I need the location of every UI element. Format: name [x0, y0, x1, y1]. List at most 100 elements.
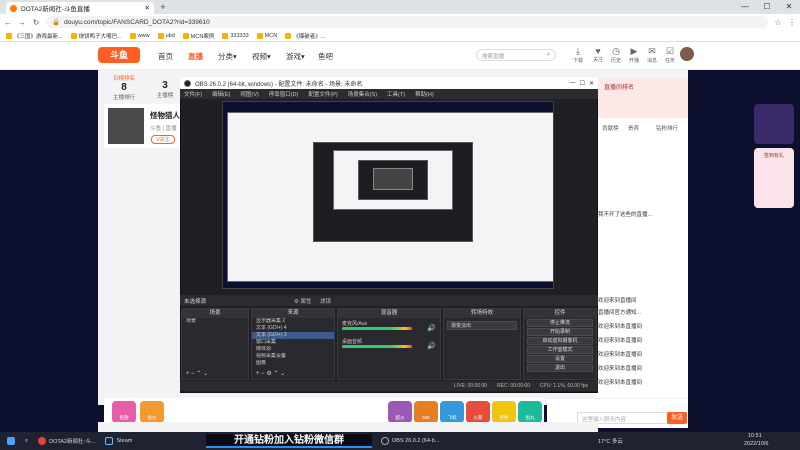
search-icon[interactable]: ⌕	[541, 49, 556, 61]
bookmark-item[interactable]: ubd	[157, 32, 175, 39]
menu-docks[interactable]: 停靠窗口(D)	[269, 90, 299, 98]
source-item[interactable]: 窗口采集	[252, 339, 334, 346]
gift-item[interactable]: 666	[414, 401, 438, 423]
source-item[interactable]: 视频采集设备	[252, 353, 334, 360]
speaker-icon[interactable]: 🔊	[427, 324, 436, 332]
top-open[interactable]: ▶ 开播	[626, 46, 642, 64]
menu-profile[interactable]: 配置文件(P)	[308, 90, 337, 98]
bookmark-item[interactable]: MCN案例	[182, 32, 214, 40]
properties-button[interactable]: ⚙ 属性	[294, 297, 311, 305]
source-item[interactable]: 文本 (GDI+) 4	[252, 325, 334, 332]
browser-tab[interactable]: DOTA2新闻社-斗鱼直播 ✕	[6, 2, 154, 14]
bookmark-item[interactable]: 333333	[222, 32, 249, 39]
nav-live[interactable]: 直播	[188, 51, 203, 62]
tab-diamond-fans[interactable]: 钻粉排行	[656, 124, 678, 132]
nested-preview-core	[373, 168, 413, 190]
source-item[interactable]: 文本 (GDI+) 3	[252, 332, 334, 339]
new-tab-button[interactable]: +	[158, 2, 168, 12]
folder-icon	[256, 32, 263, 39]
gift-item[interactable]: 鱼丸	[518, 401, 542, 423]
top-download[interactable]: ⤓ 下载	[570, 46, 586, 64]
menu-icon[interactable]: ⋮	[788, 18, 796, 27]
douyu-logo[interactable]: 斗鱼	[98, 47, 140, 63]
gift-item[interactable]: 飞机	[440, 401, 464, 423]
clock-time[interactable]: 10:51	[748, 433, 762, 439]
rank-widget[interactable]: 日榜排名 8 主播排行	[106, 74, 142, 101]
nav-category[interactable]: 分类▾	[218, 51, 237, 62]
forward-icon[interactable]: →	[18, 18, 26, 27]
close-icon[interactable]: ✕	[145, 4, 150, 12]
anchor-avatar[interactable]	[108, 108, 144, 144]
mixer-channel[interactable]: 麦克风/Aux 🔊	[338, 318, 440, 336]
gift-item[interactable]: 鱼丸	[140, 401, 164, 423]
bookmark-item[interactable]: MCN	[256, 32, 277, 39]
source-tools[interactable]: + − ⚙ ⌃ ⌄	[252, 370, 334, 379]
gift-item[interactable]: 鱼翅	[112, 401, 136, 423]
taskbar-item-steam[interactable]: Steam	[102, 434, 135, 448]
minimize-button[interactable]: —	[734, 0, 756, 14]
chat-line: 欢迎来到本直播间	[598, 380, 643, 386]
transition-select[interactable]: 渐变淡出	[447, 321, 517, 330]
maximize-button[interactable]: ☐	[580, 80, 585, 87]
top-follow[interactable]: ♥ 关注	[590, 46, 606, 63]
clock-date[interactable]: 2022/10/6	[744, 441, 768, 447]
weather-text[interactable]: 17°C 多云	[598, 437, 623, 445]
bookmark-item[interactable]: 《爆破者》...	[285, 32, 325, 40]
source-item[interactable]: 图像	[252, 360, 334, 367]
tab-contribution[interactable]: 贡献榜	[602, 124, 619, 132]
nav-fishbar[interactable]: 鱼吧	[318, 51, 333, 62]
filters-button[interactable]: 滤镜	[320, 297, 331, 305]
gift-item[interactable]: 火箭	[466, 401, 490, 423]
user-avatar[interactable]	[680, 47, 694, 61]
close-button[interactable]: ✕	[589, 80, 594, 87]
top-history[interactable]: ◷ 历史	[608, 46, 624, 64]
taskbar-item-browser[interactable]: DOTA2新闻社-斗...	[35, 434, 98, 448]
maximize-button[interactable]: ☐	[756, 0, 778, 14]
menu-tools[interactable]: 工具(T)	[387, 90, 405, 98]
top-message[interactable]: ✉ 消息	[644, 46, 660, 64]
send-button[interactable]: 发送	[667, 412, 687, 424]
source-item[interactable]: 显示器采集 2	[252, 318, 334, 325]
reload-icon[interactable]: ↻	[32, 18, 40, 27]
back-icon[interactable]: ←	[4, 18, 12, 27]
gift-item[interactable]: 奖杯	[492, 401, 516, 423]
taskbar-search-icon[interactable]: ⌕	[22, 434, 31, 448]
start-button[interactable]	[4, 434, 18, 448]
menu-help[interactable]: 帮助(H)	[415, 90, 434, 98]
promo-banner[interactable]: 开通钻粉加入钻粉微信群	[206, 434, 372, 448]
nav-home[interactable]: 首页	[158, 51, 173, 62]
start-recording-button[interactable]: 开始录制	[527, 328, 593, 336]
follow-button[interactable]: V关注	[151, 135, 175, 144]
minimize-button[interactable]: —	[570, 80, 576, 86]
exit-button[interactable]: 退出	[527, 364, 593, 372]
side-event-card[interactable]: 签到有礼	[754, 104, 794, 264]
menu-edit[interactable]: 编辑(E)	[212, 90, 230, 98]
obs-preview-canvas[interactable]	[222, 101, 554, 289]
top-task[interactable]: ☑ 任务	[662, 46, 678, 64]
studio-mode-button[interactable]: 工作室模式	[527, 346, 593, 354]
taskbar-item-obs[interactable]: OBS 26.0.2 (64-b...	[378, 434, 442, 448]
address-bar[interactable]: 🔒 douyu.com/topic/FANSCARD_DOTA2?rid=339…	[46, 16, 768, 28]
tab-vip[interactable]: 贵宾	[628, 124, 639, 132]
star-icon[interactable]: ☆	[774, 18, 782, 27]
scene-item[interactable]: 场景	[182, 318, 248, 325]
nav-game[interactable]: 游戏▾	[286, 51, 305, 62]
gift-item[interactable]: 超火	[388, 401, 412, 423]
bookmark-item[interactable]: www	[129, 32, 150, 39]
bookmark-item[interactable]: 烧饼鸭子大嘴巴...	[70, 32, 122, 40]
stop-streaming-button[interactable]: 停止推流	[527, 319, 593, 327]
source-item[interactable]: 媒体源	[252, 346, 334, 353]
speaker-icon[interactable]: 🔊	[427, 342, 436, 350]
scene-tools[interactable]: + − ⌃ ⌄	[182, 370, 248, 379]
mixer-channel[interactable]: 桌面音频 🔊	[338, 336, 440, 354]
menu-file[interactable]: 文件(F)	[184, 90, 202, 98]
virtual-camera-button[interactable]: 启动虚拟摄像机	[527, 337, 593, 345]
close-window-button[interactable]: ✕	[778, 0, 800, 14]
fans-widget[interactable]: 3 主播榜	[150, 74, 180, 100]
bookmark-item[interactable]: 《三国》游戏最新...	[6, 32, 63, 40]
settings-button[interactable]: 设置	[527, 355, 593, 363]
menu-scene-collection[interactable]: 场景集合(S)	[348, 90, 377, 98]
obs-titlebar[interactable]: OBS 26.0.2 (64-bit, windows) - 配置文件: 未命名…	[180, 77, 598, 89]
menu-view[interactable]: 视图(V)	[240, 90, 258, 98]
nav-video[interactable]: 视频▾	[252, 51, 271, 62]
